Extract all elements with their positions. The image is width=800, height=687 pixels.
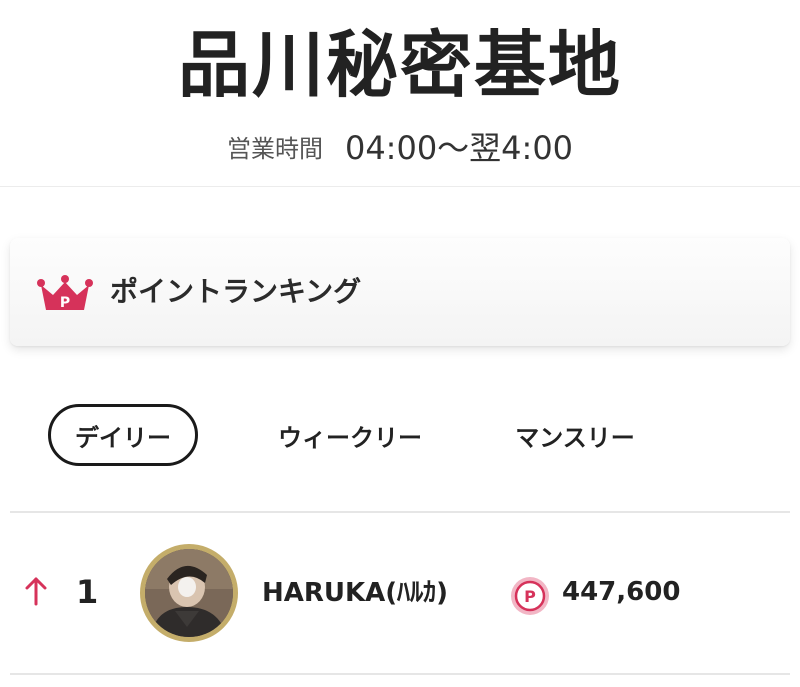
- point-ranking-header: P ポイントランキング: [10, 238, 790, 346]
- arrow-up-icon: [24, 576, 48, 606]
- svg-text:P: P: [524, 587, 536, 606]
- ranking-title: ポイントランキング: [110, 275, 362, 308]
- tab-weekly[interactable]: ウィークリー: [260, 404, 440, 466]
- svg-text:P: P: [60, 295, 70, 311]
- list-divider-bottom: [10, 673, 790, 675]
- avatar[interactable]: [140, 544, 238, 642]
- business-hours-value: 04:00〜翌4:00: [344, 129, 574, 167]
- store-header: 品川秘密基地 営業時間 04:00〜翌4:00: [0, 0, 800, 190]
- rank-number: 1: [76, 573, 99, 611]
- store-title: 品川秘密基地: [177, 22, 622, 107]
- business-hours: 営業時間 04:00〜翌4:00: [0, 126, 800, 167]
- list-divider-top: [10, 511, 790, 513]
- tab-monthly[interactable]: マンスリー: [495, 404, 655, 466]
- user-name[interactable]: HARUKA(ﾊﾙｶ): [262, 574, 448, 612]
- ranking-row[interactable]: 1 HARUKA(ﾊﾙｶ) P 447,600: [0, 514, 800, 672]
- header-divider: [0, 186, 800, 187]
- ranking-period-tabs: デイリー ウィークリー マンスリー: [0, 404, 800, 470]
- point-icon: P: [510, 576, 550, 616]
- points-value: 447,600: [562, 577, 681, 607]
- crown-icon: P: [36, 274, 94, 312]
- business-hours-label: 営業時間: [226, 134, 323, 163]
- tab-daily[interactable]: デイリー: [48, 404, 198, 466]
